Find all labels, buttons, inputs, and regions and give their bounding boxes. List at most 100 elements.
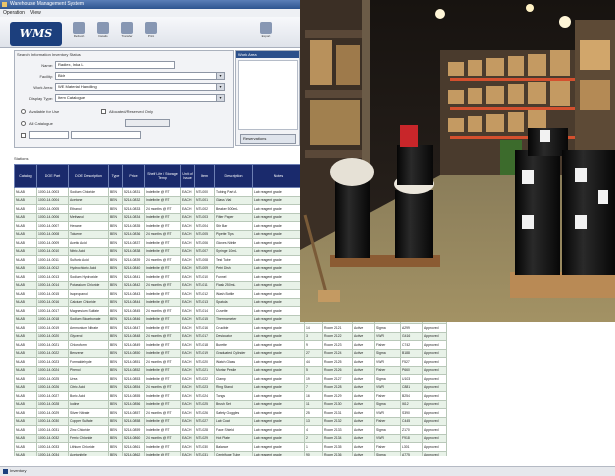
table-row[interactable]: NLAB 1000-14-0019 Ammonium Nitrate BEN 5214-… <box>14 323 447 333</box>
chevron-down-icon[interactable]: ▾ <box>216 84 224 90</box>
table-cell: Room 2132 <box>322 416 353 426</box>
table-row[interactable]: NLAB 1000-14-0029 Silver Nitrate BEN 5214-08… <box>14 408 447 418</box>
table-cell: 5214-0836 <box>122 229 145 239</box>
refresh-button[interactable]: Refresh <box>68 22 90 44</box>
table-row[interactable]: NLAB 1000-14-0026 Citric Acid BEN 5214-0854 2… <box>14 382 447 392</box>
table-cell: C742 <box>400 340 423 350</box>
table-cell: NTL027 <box>194 416 215 426</box>
table-cell: EACH <box>180 442 195 452</box>
table-cell: EACH <box>180 314 195 324</box>
filter-field-1[interactable] <box>29 131 69 139</box>
column-header[interactable]: Type <box>108 164 123 188</box>
export-button[interactable]: Export <box>255 22 277 44</box>
table-cell: Burette <box>214 340 253 350</box>
table-cell: NLAB <box>14 323 37 333</box>
table-cell: Lab reagent grade <box>252 272 305 282</box>
table-row[interactable]: NLAB 1000-14-0021 Chloroform BEN 5214-0849 In… <box>14 340 447 350</box>
table-row[interactable]: NLAB 1000-14-0030 Copper Sulfate BEN 5214-08… <box>14 416 447 426</box>
table-cell: Lab reagent grade <box>252 374 305 384</box>
catalogue-radio[interactable] <box>21 121 26 126</box>
table-row[interactable]: NLAB 1000-14-0032 Ferric Chloride BEN 5214-0… <box>14 433 447 443</box>
available-radio[interactable] <box>21 109 26 114</box>
table-cell: Active <box>352 348 375 358</box>
table-cell: BEN <box>108 272 123 282</box>
table-cell: Approved <box>422 442 447 452</box>
work-area-select[interactable]: WE Material Handling ▾ <box>55 83 225 91</box>
table-row[interactable]: NLAB 1000-14-0023 Formaldehyde BEN 5214-0851… <box>14 357 447 367</box>
work-area-list[interactable] <box>238 60 298 130</box>
table-cell: Magnesium Sulfate <box>68 306 109 316</box>
table-cell: Approved <box>422 365 447 375</box>
refresh-label: Refresh <box>73 34 85 38</box>
column-header[interactable]: Description <box>214 164 253 188</box>
filter-field-2[interactable] <box>71 131 141 139</box>
table-cell: NTL005 <box>194 229 215 239</box>
column-header[interactable]: Item <box>194 164 215 188</box>
table-cell: Clamp <box>214 374 253 384</box>
table-cell: 1000-14-0004 <box>36 195 69 205</box>
table-row[interactable]: NLAB 1000-14-0027 Boric Acid BEN 5214-0855 In… <box>14 391 447 401</box>
table-row[interactable]: NLAB 1000-14-0033 Lithium Chloride BEN 5214-… <box>14 442 447 452</box>
menu-item-view[interactable]: View <box>30 10 41 16</box>
column-header[interactable]: Price <box>122 164 145 188</box>
facility-select[interactable]: Bldr ▾ <box>55 72 225 80</box>
allocated-checkbox[interactable] <box>101 109 106 114</box>
name-field[interactable]: Radiex, Inka L <box>55 61 175 69</box>
table-cell: C445 <box>400 416 423 426</box>
table-row[interactable]: NLAB 1000-14-0028 Iodine BEN 5214-0856 Indefi… <box>14 399 447 409</box>
column-header[interactable]: DOE Part <box>36 164 69 188</box>
chevron-down-icon[interactable]: ▾ <box>216 73 224 79</box>
table-cell: Lab reagent grade <box>252 289 305 299</box>
table-cell: NTL030 <box>194 442 215 452</box>
table-row[interactable]: NLAB 1000-14-0024 Phenol BEN 5214-0852 Indefi… <box>14 365 447 375</box>
table-row[interactable]: NLAB 1000-14-0025 Urea BEN 5214-0853 Indefini… <box>14 374 447 384</box>
table-row[interactable]: NLAB 1000-14-0034 Acetonitrile BEN 5214-0862… <box>14 450 447 456</box>
catalogue-label: All Catalogue <box>29 121 53 126</box>
table-row[interactable]: NLAB 1000-14-0022 Benzene BEN 5214-0850 Indef… <box>14 348 447 358</box>
table-cell: 1000-14-0029 <box>36 408 69 418</box>
table-cell: Ethanol <box>68 204 109 214</box>
table-cell: Lab reagent grade <box>252 280 305 290</box>
app-icon <box>2 2 7 7</box>
column-header[interactable]: Catalog <box>14 164 37 188</box>
table-cell: 5214-0858 <box>122 416 145 426</box>
print-button[interactable]: Print <box>140 22 162 44</box>
table-cell: NLAB <box>14 297 37 307</box>
table-cell: 1000-14-0009 <box>36 238 69 248</box>
table-cell: U103 <box>400 374 423 384</box>
table-cell: 24 months @ RT <box>144 357 181 367</box>
table-cell: NTL022 <box>194 374 215 384</box>
table-cell: Room 2121 <box>322 323 353 333</box>
column-header[interactable]: Notes <box>252 164 305 188</box>
column-header[interactable]: Shelf Life / Storage Temp <box>144 164 181 188</box>
column-header[interactable]: DOE Description <box>68 164 109 188</box>
table-cell: NTL013 <box>194 297 215 307</box>
table-cell: EACH <box>180 204 195 214</box>
reservations-button[interactable]: Reservations <box>240 134 296 144</box>
table-cell: EACH <box>180 323 195 333</box>
table-cell: Room 2134 <box>322 433 353 443</box>
filter-checkbox[interactable] <box>21 133 26 138</box>
table-cell: 5214-0862 <box>122 450 145 456</box>
table-cell: Lab reagent grade <box>252 297 305 307</box>
transfer-button[interactable]: Transfer <box>116 22 138 44</box>
table-cell: NLAB <box>14 246 37 256</box>
display-type-select[interactable]: Item Catalogue ▾ <box>55 94 225 102</box>
table-cell: NTL029 <box>194 433 215 443</box>
details-button[interactable]: Details <box>92 22 114 44</box>
table-cell: 5214-0849 <box>122 340 145 350</box>
table-cell: 5214-0856 <box>122 399 145 409</box>
catalogue-filter-field[interactable] <box>125 119 170 127</box>
table-row[interactable]: NLAB 1000-14-0031 Zinc Chloride BEN 5214-085… <box>14 425 447 435</box>
table-cell: Active <box>352 425 375 435</box>
table-cell: Acetic Acid <box>68 238 109 248</box>
table-row[interactable]: NLAB 1000-14-0020 Glycerol BEN 5214-0848 24 m… <box>14 331 447 341</box>
table-cell: Lithium Chloride <box>68 442 109 452</box>
menu-item-operation[interactable]: Operation <box>3 10 25 16</box>
table-cell: 5214-0833 <box>122 204 145 214</box>
column-header[interactable]: Unit of Issue <box>180 164 195 188</box>
chevron-down-icon[interactable]: ▾ <box>216 95 224 101</box>
table-cell: 5214-0846 <box>122 314 145 324</box>
table-cell: Room 2136 <box>322 450 353 456</box>
table-cell: 1000-14-0015 <box>36 289 69 299</box>
